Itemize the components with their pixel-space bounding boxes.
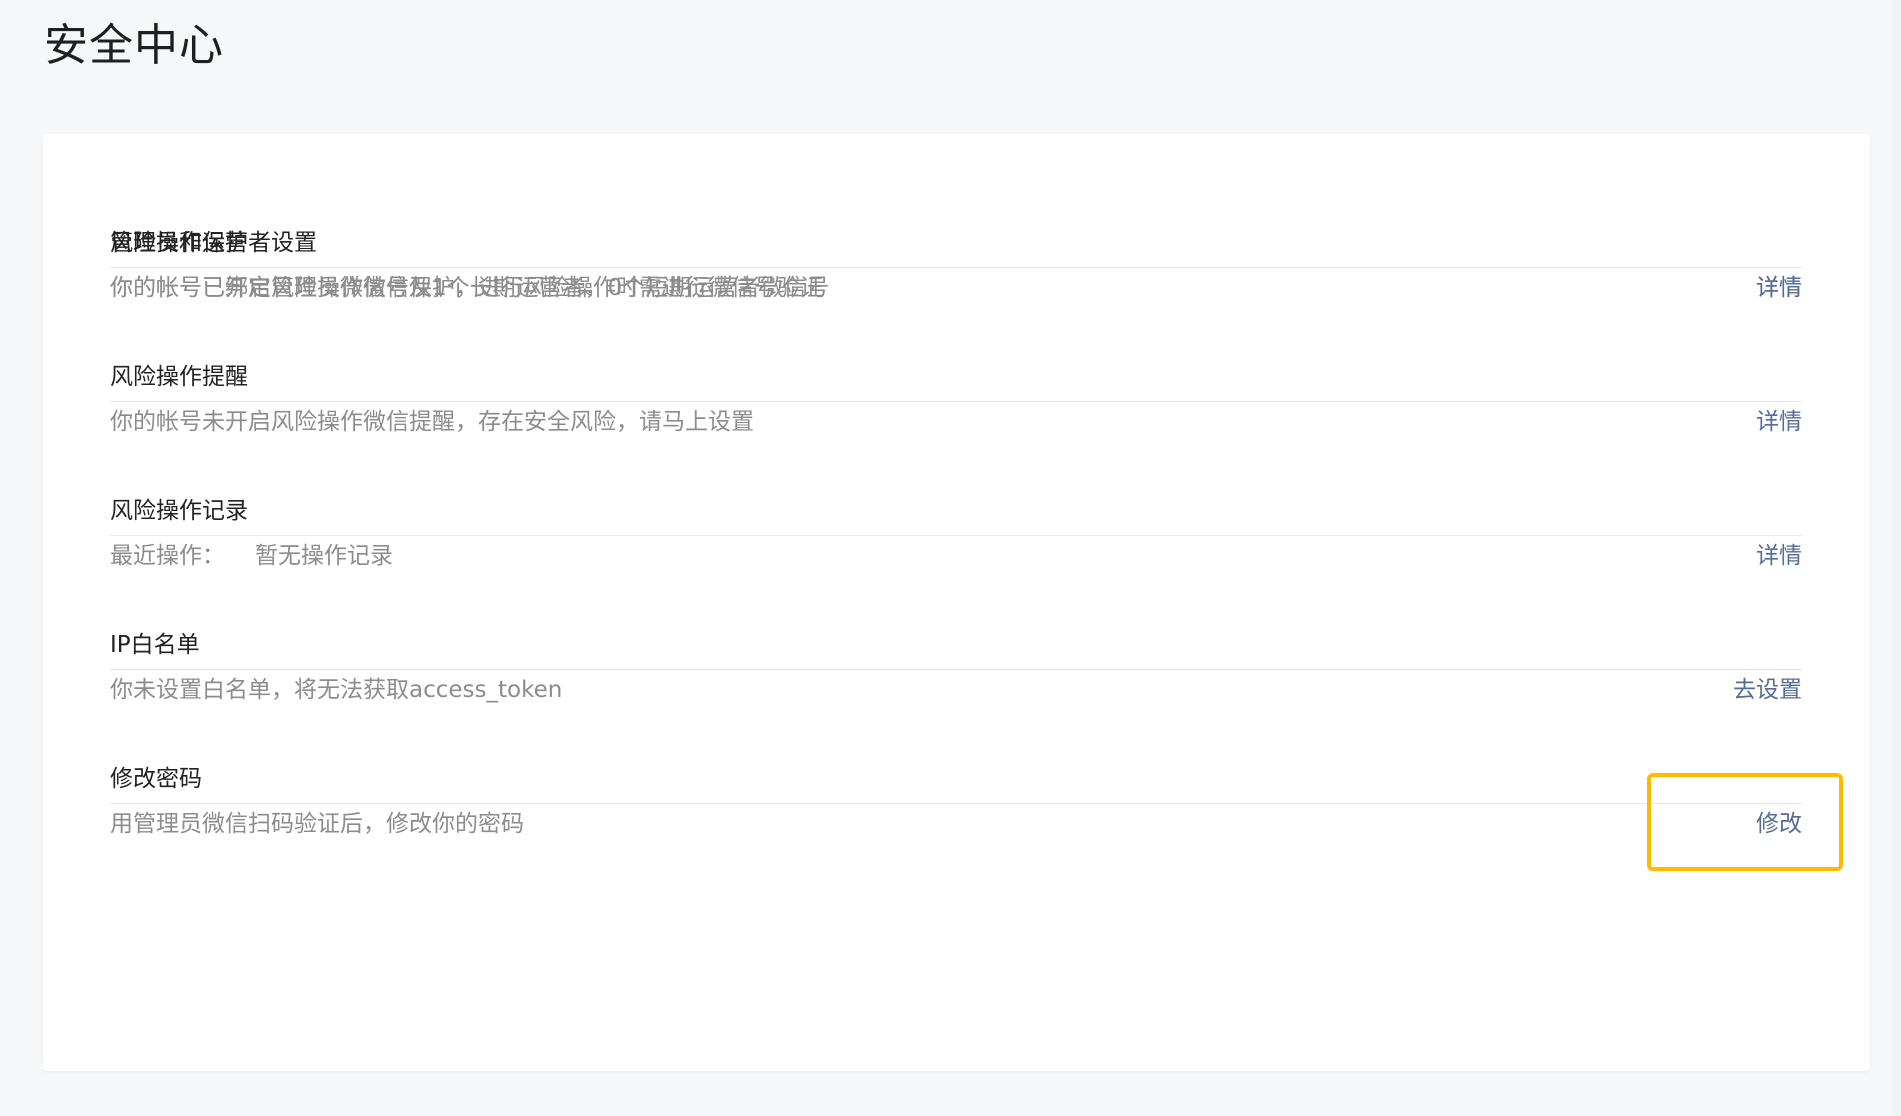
- list-item-admin-operator-settings: 管理员和运营者设置 你的帐号已绑定管理员微信号及1个长期运营者，0个短期运营者微…: [110, 134, 1802, 301]
- list-item-risk-operation-protection: 风险操作保护 你的帐号已开启风险操作微信保护，进行风险操作时需进行微信号验证 详…: [110, 230, 1802, 402]
- row-description: 最近操作： 暂无操作记录: [110, 540, 393, 572]
- list-item-risk-operation-reminder: 风险操作提醒 你的帐号未开启风险操作微信提醒，存在安全风险，请马上设置 详情: [110, 364, 1802, 536]
- row-title: 风险操作记录: [110, 498, 248, 524]
- details-link[interactable]: 详情: [1756, 540, 1802, 572]
- recent-operation-value: 暂无操作记录: [255, 543, 393, 569]
- row-title: 风险操作提醒: [110, 364, 248, 390]
- row-title: 修改密码: [110, 766, 202, 792]
- list-item-risk-operation-log: 风险操作记录 最近操作： 暂无操作记录 详情: [110, 498, 1802, 670]
- list-item-ip-whitelist: IP白名单 你未设置白名单，将无法获取access_token 去设置: [110, 632, 1802, 804]
- go-setup-link[interactable]: 去设置: [1733, 674, 1802, 706]
- recent-operation-label: 最近操作：: [110, 543, 225, 569]
- window-edge: [1892, 0, 1901, 1116]
- details-link[interactable]: 详情: [1756, 272, 1802, 304]
- modify-password-link[interactable]: 修改: [1756, 808, 1802, 840]
- details-link[interactable]: 详情: [1756, 406, 1802, 438]
- row-description: 用管理员微信扫码验证后，修改你的密码: [110, 811, 524, 837]
- row-description: 你未设置白名单，将无法获取access_token: [110, 677, 563, 703]
- row-title: 风险操作保护: [110, 230, 248, 256]
- row-description: 你的帐号已开启风险操作微信保护，进行风险操作时需进行微信号验证: [110, 275, 823, 301]
- page-title: 安全中心: [44, 20, 224, 71]
- row-description: 你的帐号未开启风险操作微信提醒，存在安全风险，请马上设置: [110, 409, 754, 435]
- security-settings-card: 管理员和运营者设置 你的帐号已绑定管理员微信号及1个长期运营者，0个短期运营者微…: [43, 134, 1870, 1071]
- list-item-change-password: 修改密码 用管理员微信扫码验证后，修改你的密码 修改: [110, 766, 1802, 938]
- row-title: IP白名单: [110, 632, 200, 658]
